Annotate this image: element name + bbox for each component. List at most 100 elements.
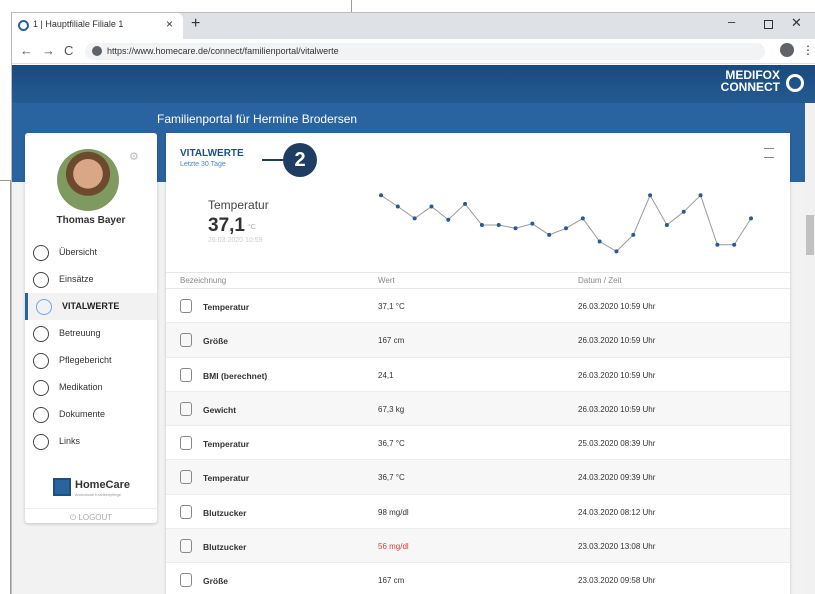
table-row[interactable]: Temperatur 36,7 °C 25.03.2020 08:39 Uhr (166, 426, 790, 461)
menu-icon[interactable]: ⋮ (802, 43, 814, 57)
row-value: 167 cm (378, 576, 405, 586)
bmi-icon (180, 367, 192, 382)
row-name: Gewicht (203, 404, 237, 415)
row-name: Temperatur (203, 302, 250, 312)
sparkline-point (496, 223, 501, 227)
sidebar-item-label: Einsätze (59, 274, 94, 284)
assignments-icon (33, 272, 49, 288)
url-text: https://www.homecare.de/connect/familien… (107, 46, 339, 56)
row-date: 26.03.2020 10:59 Uhr (578, 404, 656, 414)
scroll-thumb[interactable] (806, 215, 814, 255)
sparkline-point (631, 232, 636, 237)
table-row[interactable]: Blutzucker 56 mg/dl 23.03.2020 13:08 Uhr (166, 529, 790, 564)
sidebar-nav: Übersicht Einsätze VITALWERTE Betreuung … (25, 239, 157, 455)
sidebar-item-assignments[interactable]: Einsätze (25, 266, 157, 293)
sparkline-point (479, 223, 484, 227)
sidebar-item-label: Links (59, 436, 81, 446)
sparkline-point (698, 193, 703, 198)
column-header: Wert (378, 276, 395, 285)
sparkline-point (749, 216, 753, 221)
browser-window: 1 | Hauptfiliale Filiale 1 × + – ✕ ← → C… (11, 12, 815, 594)
sparkline-point (732, 242, 737, 247)
forward-button[interactable]: → (42, 43, 55, 58)
table-row[interactable]: BMI (berechnet) 24,1 26.03.2020 10:59 Uhr (166, 358, 790, 392)
blood-sugar-icon (180, 504, 192, 519)
summary-date: 26.03.2020 10:59 (208, 237, 263, 244)
sparkline-point (597, 239, 602, 244)
account-icon[interactable] (780, 43, 794, 57)
sidebar-item-vitals[interactable]: VITALWERTE (25, 293, 157, 320)
house-icon (53, 478, 71, 496)
blood-sugar-icon (180, 539, 192, 554)
thermometer-icon (180, 470, 192, 485)
logo-ring-icon (786, 74, 804, 92)
sidebar-item-care[interactable]: Betreuung (25, 320, 157, 347)
table-row[interactable]: Blutzucker 98 mg/dl 24.03.2020 08:12 Uhr (166, 495, 790, 530)
sparkline-point (648, 193, 653, 198)
row-name: Größe (203, 576, 229, 587)
logout-button[interactable]: ⏻ LOGOUT (25, 508, 157, 523)
care-icon (33, 326, 49, 342)
row-name: Temperatur (203, 473, 250, 484)
filter-icon[interactable] (764, 148, 774, 158)
row-date: 26.03.2020 10:59 Uhr (578, 336, 656, 346)
thermometer-icon (180, 436, 192, 451)
overview-icon (33, 245, 49, 261)
favicon-icon (18, 20, 29, 31)
medifox-logo: MEDIFOX CONNECT (721, 69, 804, 93)
table-row[interactable]: Größe 167 cm 23.03.2020 09:58 Uhr (166, 563, 790, 594)
address-bar[interactable]: https://www.homecare.de/connect/familien… (85, 43, 765, 60)
sidebar-item-label: VITALWERTE (62, 301, 120, 311)
sidebar-item-medication[interactable]: Medikation (25, 374, 157, 401)
row-value: 36,7 °C (378, 473, 405, 483)
sidebar: ⚙ Thomas Bayer Übersicht Einsätze VITALW… (25, 133, 157, 523)
row-name: Blutzucker (203, 507, 247, 518)
sparkline-point (463, 201, 468, 206)
row-date: 24.03.2020 09:39 Uhr (578, 473, 656, 483)
sparkline-point (412, 216, 417, 221)
maximize-button[interactable] (764, 20, 773, 29)
tab-close-icon[interactable]: × (166, 17, 173, 31)
sidebar-item-label: Medikation (59, 382, 103, 392)
page-scrollbar[interactable] (805, 103, 815, 594)
vitals-table: Temperatur 37,1 °C 26.03.2020 10:59 Uhr Grö… (166, 289, 790, 594)
sparkline-point (664, 223, 669, 227)
sidebar-item-documents[interactable]: Dokumente (25, 401, 157, 428)
browser-toolbar: ← → C https://www.homecare.de/connect/fa… (12, 39, 815, 64)
row-name: Temperatur (203, 439, 250, 450)
pill-icon (33, 380, 49, 396)
table-header: Bezeichnung Wert Datum / Zeit (166, 272, 790, 289)
user-name: Thomas Bayer (56, 215, 126, 226)
row-date: 26.03.2020 10:59 Uhr (578, 302, 656, 311)
sparkline-line (380, 194, 752, 253)
vitals-card: VITALWERTE Letzte 30 Tage 2 Temperatur 3… (166, 133, 790, 594)
sidebar-item-report[interactable]: Pflegebericht (25, 347, 157, 374)
height-icon (180, 573, 192, 588)
row-value: 67,3 kg (378, 404, 405, 414)
avatar (57, 149, 119, 211)
column-header: Datum / Zeit (578, 276, 622, 285)
close-window-button[interactable]: ✕ (791, 15, 802, 31)
table-row[interactable]: Größe 167 cm 26.03.2020 10:59 Uhr (166, 323, 790, 358)
callout-badge: 2 (283, 143, 317, 177)
table-row[interactable]: Temperatur 37,1 °C 26.03.2020 10:59 Uhr (166, 289, 790, 324)
sparkline-point (530, 221, 535, 226)
sidebar-item-overview[interactable]: Übersicht (25, 239, 157, 266)
sparkline-point (379, 193, 383, 198)
new-tab-button[interactable]: + (191, 15, 200, 33)
callout-line (262, 159, 284, 161)
table-row[interactable]: Gewicht 67,3 kg 26.03.2020 10:59 Uhr (166, 391, 790, 427)
card-subtitle: Letzte 30 Tage (180, 161, 226, 168)
sparkline-point (681, 209, 686, 214)
sidebar-item-links[interactable]: Links (25, 428, 157, 455)
app-header: MEDIFOX CONNECT (12, 65, 815, 103)
table-row[interactable]: Temperatur 36,7 °C 24.03.2020 09:39 Uhr (166, 460, 790, 495)
reload-button[interactable]: C (64, 43, 73, 58)
tab-title: 1 | Hauptfiliale Filiale 1 (33, 19, 124, 29)
back-button[interactable]: ← (20, 43, 33, 58)
scale-icon (180, 401, 192, 416)
browser-tab[interactable]: 1 | Hauptfiliale Filiale 1 × (12, 13, 183, 39)
minimize-button[interactable]: – (728, 14, 735, 29)
row-date: 26.03.2020 10:59 Uhr (578, 370, 656, 380)
gear-icon[interactable]: ⚙ (129, 150, 139, 163)
